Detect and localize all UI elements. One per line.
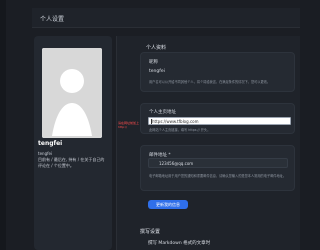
section-title-writing: 撰写设置 xyxy=(140,229,161,235)
name-card: 昵称 tengfei 用户名可以公开给不同其他个人，将个将给我这，在满足条件的情… xyxy=(140,52,295,92)
page-header: 个人设置 xyxy=(32,8,300,28)
email-value: 123456@qq.com xyxy=(159,161,194,166)
page-title: 个人设置 xyxy=(40,16,65,23)
profile-username: tengfei xyxy=(38,151,53,156)
update-profile-button[interactable]: 更新我的信息 xyxy=(148,200,188,209)
avatar xyxy=(42,48,102,138)
profile-card: tengfei tengfei 目前有 / 最后在, 持有 / 在关于自己的评论… xyxy=(34,36,112,250)
profile-bio: 目前有 / 最后在, 持有 / 在关于自己的评论在 / 个位置中。 xyxy=(38,157,105,168)
email-field[interactable]: 123456@qq.com xyxy=(148,158,288,168)
website-input[interactable]: https://www.tfblog.com xyxy=(148,117,291,125)
validation-tooltip: 请在网址前加上http:// xyxy=(118,121,140,129)
email-card: 邮件地址 * 电子邮箱地址用于用户您的通知和重要邮件信息，请确认您输入的是您本人… xyxy=(140,145,295,191)
website-hint: 此网站个人主页链接，填写 https:// 开头。 xyxy=(149,128,211,132)
left-rail xyxy=(0,0,6,250)
writing-subtitle: 撰写 Markdown 格式的文章时 xyxy=(148,241,211,246)
name-value[interactable]: tengfei xyxy=(149,69,165,74)
profile-name: tengfei xyxy=(38,140,63,147)
email-hint: 电子邮箱地址用于用户您的通知和重要邮件信息，请确认您输入的是您本人常用的电子邮件… xyxy=(149,174,287,178)
section-title-profile: 个人资料 xyxy=(146,45,167,51)
divider xyxy=(116,36,117,250)
name-hint: 用户名可以公开给不同其他个人，将个将给我这，在满足条件的情况下，您可以更改。 xyxy=(149,80,271,84)
bottom-section: 撰写设置 撰写 Markdown 格式的文章时 xyxy=(140,228,295,250)
website-label: 个人主页地址 xyxy=(149,110,176,115)
name-label: 昵称 xyxy=(149,60,158,65)
website-input-value: https://www.tfblog.com xyxy=(152,119,199,124)
